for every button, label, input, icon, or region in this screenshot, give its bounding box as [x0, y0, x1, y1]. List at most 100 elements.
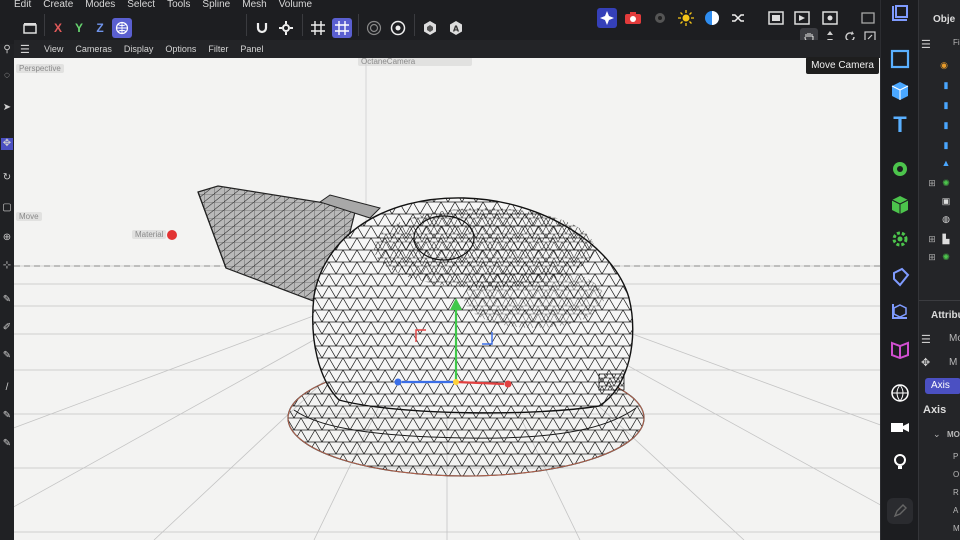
auto-keyframe-icon[interactable]: A: [446, 18, 466, 38]
section-collapse-icon[interactable]: ⌄: [933, 429, 941, 440]
axis-y-button[interactable]: Y: [69, 18, 89, 38]
world-coordinates-icon[interactable]: [112, 18, 132, 38]
solo-icon[interactable]: [364, 18, 384, 38]
sculpt-tool-icon[interactable]: ✐: [1, 322, 13, 334]
attr-row-o[interactable]: O: [953, 470, 959, 479]
expand-icon[interactable]: ⊞: [927, 234, 937, 244]
render-view-icon[interactable]: [792, 8, 812, 28]
paint-tool-icon[interactable]: ✎: [1, 350, 13, 362]
material-hud-label[interactable]: Material: [132, 230, 167, 239]
null-object-icon[interactable]: [887, 46, 913, 72]
viewport-menu-filter[interactable]: Filter: [208, 44, 228, 54]
octane-camera-label[interactable]: OctaneCamera: [358, 58, 472, 66]
attributes-mode-menu[interactable]: Mo: [949, 333, 960, 344]
viewport-menu-icon[interactable]: ☰: [20, 43, 32, 56]
octane-globe-icon[interactable]: [887, 380, 913, 406]
attributes-menu-icon[interactable]: ☰: [921, 333, 931, 346]
layout-icon[interactable]: [858, 8, 878, 28]
axis-z-button[interactable]: Z: [90, 18, 110, 38]
octane-environment-icon[interactable]: [702, 8, 722, 28]
field-icon[interactable]: [887, 336, 913, 362]
object-light-icon[interactable]: ▙: [941, 234, 951, 244]
expand-icon[interactable]: ⊞: [927, 178, 937, 188]
viewport-menu-display[interactable]: Display: [124, 44, 154, 54]
left-tool-palette: ⚲ ◌ ➤ ✥ ↻ ▢ ⊕ ⊹ ✎ ✐ ✎ / ✎ ✎: [0, 44, 14, 540]
extrude-tool-icon[interactable]: ✎: [1, 438, 13, 450]
render-settings-button-icon[interactable]: [820, 8, 840, 28]
zoom-tool-icon[interactable]: ⚲: [1, 44, 13, 56]
bevel-tool-icon[interactable]: ✎: [1, 410, 13, 422]
deformer-icon[interactable]: [887, 264, 913, 290]
viewport-menu-cameras[interactable]: Cameras: [75, 44, 112, 54]
objects-menu-icon[interactable]: ☰: [921, 38, 931, 51]
section-label[interactable]: MO: [947, 430, 960, 439]
attr-row-p[interactable]: P: [953, 452, 958, 461]
top-toolbar: X Y Z A: [0, 8, 960, 46]
axis-tool-icon[interactable]: ⊹: [1, 260, 13, 272]
object-generator-icon[interactable]: ✺: [941, 178, 951, 188]
body-mesh: [312, 197, 634, 414]
object-effector-icon[interactable]: ✺: [941, 252, 951, 262]
live-selection-icon[interactable]: ◌: [1, 70, 13, 82]
3d-viewport[interactable]: Perspective OctaneCamera Move Material: [14, 58, 880, 540]
rotate-tool-icon[interactable]: ↻: [1, 172, 13, 184]
transform-tool-icon[interactable]: ⊕: [1, 232, 13, 244]
volume-icon[interactable]: [887, 298, 913, 324]
grid-icon[interactable]: [308, 18, 328, 38]
brush-tool-icon[interactable]: ✎: [1, 294, 13, 306]
axis-heading: Axis: [923, 404, 947, 416]
objects-file-menu[interactable]: Fi: [953, 38, 960, 47]
object-cylinder-icon[interactable]: ▮: [941, 120, 951, 130]
attributes-model-label: M: [949, 357, 958, 368]
object-cone-icon[interactable]: ▲: [941, 158, 951, 168]
select-arrow-icon[interactable]: ➤: [1, 102, 13, 114]
viewport-menu-bar: ☰ View Cameras Display Options Filter Pa…: [14, 40, 880, 58]
snap-settings-icon[interactable]: [276, 18, 296, 38]
cursor-mode-icon[interactable]: [887, 0, 913, 26]
octane-light-icon[interactable]: [676, 8, 696, 28]
object-camera-icon[interactable]: ▣: [941, 196, 951, 206]
attributes-panel-title[interactable]: Attribu: [931, 310, 960, 321]
cube-primitive-icon[interactable]: [887, 78, 913, 104]
move-tool-icon[interactable]: ✥: [1, 138, 13, 150]
move-hud-label: Move: [16, 212, 42, 221]
cloner-icon[interactable]: [887, 192, 913, 218]
shuffle-icon[interactable]: [728, 8, 748, 28]
undo-icon[interactable]: [20, 18, 40, 38]
edit-pen-icon[interactable]: [887, 498, 913, 524]
effector-gear-icon[interactable]: [887, 226, 913, 252]
svg-text:A: A: [453, 25, 460, 34]
octane-settings-gear-icon[interactable]: [650, 8, 670, 28]
attr-row-m[interactable]: M: [953, 524, 960, 533]
viewport-menu-panel[interactable]: Panel: [240, 44, 263, 54]
knife-tool-icon[interactable]: /: [1, 382, 13, 394]
text-spline-icon[interactable]: T: [887, 112, 913, 138]
material-icon[interactable]: [420, 18, 440, 38]
viewport-menu-options[interactable]: Options: [165, 44, 196, 54]
object-cylinder-icon[interactable]: ▮: [941, 100, 951, 110]
octane-icon[interactable]: [597, 8, 617, 28]
octane-light-object-icon[interactable]: [887, 448, 913, 474]
axis-tab[interactable]: Axis: [931, 380, 950, 391]
axis-x-button[interactable]: X: [48, 18, 68, 38]
render-settings-icon[interactable]: [388, 18, 408, 38]
expand-icon[interactable]: ⊞: [927, 252, 937, 262]
object-cylinder-icon[interactable]: ▮: [941, 80, 951, 90]
objects-panel-title[interactable]: Obje: [933, 14, 955, 25]
viewport-camera-label[interactable]: Perspective: [16, 64, 64, 73]
viewport-scene: [14, 58, 880, 540]
scale-tool-icon[interactable]: ▢: [1, 202, 13, 214]
object-row-icon[interactable]: ◉: [939, 60, 949, 70]
object-globe-icon[interactable]: ◍: [941, 214, 951, 224]
octane-camera-icon[interactable]: [623, 8, 643, 28]
octane-camera-object-icon[interactable]: [887, 414, 913, 440]
viewport-menu-view[interactable]: View: [44, 44, 63, 54]
generator-icon[interactable]: [887, 156, 913, 182]
attr-row-a[interactable]: A: [953, 506, 958, 515]
attr-row-r[interactable]: R: [953, 488, 959, 497]
render-region-icon[interactable]: [766, 8, 786, 28]
workplane-icon[interactable]: [332, 18, 352, 38]
object-cylinder-icon[interactable]: ▮: [941, 140, 951, 150]
snap-magnet-icon[interactable]: [252, 18, 272, 38]
move-tool-attr-icon: ✥: [921, 357, 931, 369]
